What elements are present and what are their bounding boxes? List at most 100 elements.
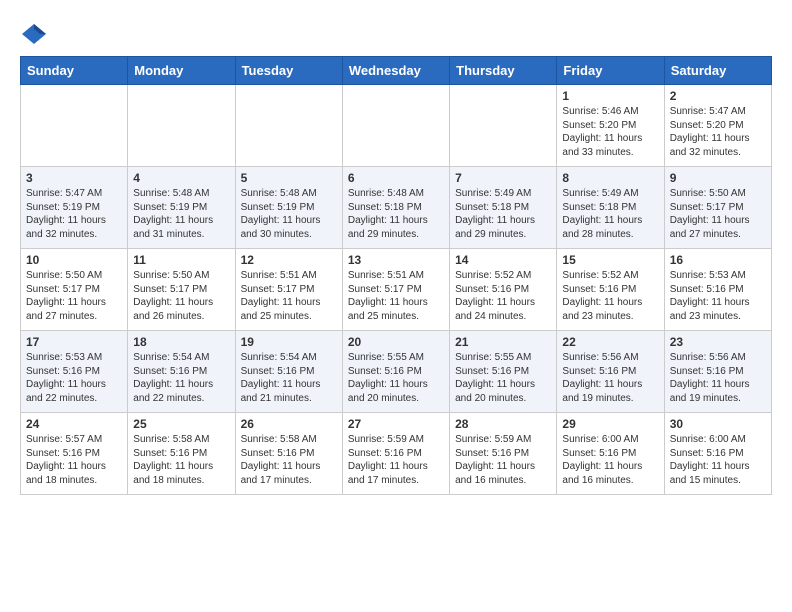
calendar-cell: 21 Sunrise: 5:55 AM Sunset: 5:16 PM Dayli… [450, 331, 557, 413]
day-info: Sunrise: 5:46 AM Sunset: 5:20 PM Dayligh… [562, 105, 658, 159]
calendar-cell [21, 85, 128, 167]
day-number: 15 [562, 253, 658, 267]
calendar-cell: 30Sunrise: 6:00 AM Sunset: 5:16 PM Dayli… [664, 413, 771, 495]
weekday-header-monday: Monday [128, 57, 235, 85]
day-info: Sunrise: 5:53 AM Sunset: 5:16 PM Dayligh… [670, 269, 766, 323]
day-info: Sunrise: 5:55 AM Sunset: 5:16 PM Dayligh… [455, 351, 551, 405]
weekday-header-saturday: Saturday [664, 57, 771, 85]
day-info: Sunrise: 5:58 AM Sunset: 5:16 PM Dayligh… [133, 433, 229, 487]
day-info: Sunrise: 5:47 AM Sunset: 5:19 PM Dayligh… [26, 187, 122, 241]
page: SundayMondayTuesdayWednesdayThursdayFrid… [0, 0, 792, 505]
calendar-cell: 2 Sunrise: 5:47 AM Sunset: 5:20 PM Daylig… [664, 85, 771, 167]
day-info: Sunrise: 5:52 AM Sunset: 5:16 PM Dayligh… [562, 269, 658, 323]
calendar-cell: 29 Sunrise: 6:00 AM Sunset: 5:16 PM Dayli… [557, 413, 664, 495]
day-number: 25 [133, 417, 229, 431]
calendar-cell: 18Sunrise: 5:54 AM Sunset: 5:16 PM Dayli… [128, 331, 235, 413]
logo [20, 20, 52, 48]
day-info: Sunrise: 5:57 AM Sunset: 5:16 PM Dayligh… [26, 433, 122, 487]
calendar-cell: 13 Sunrise: 5:51 AM Sunset: 5:17 PM Dayli… [342, 249, 449, 331]
weekday-header-friday: Friday [557, 57, 664, 85]
day-number: 3 [26, 171, 122, 185]
day-number: 6 [348, 171, 444, 185]
day-number: 23 [670, 335, 766, 349]
calendar-cell: 7 Sunrise: 5:49 AM Sunset: 5:18 PM Daylig… [450, 167, 557, 249]
calendar-cell [128, 85, 235, 167]
day-info: Sunrise: 5:49 AM Sunset: 5:18 PM Dayligh… [455, 187, 551, 241]
calendar-week-2: 3 Sunrise: 5:47 AM Sunset: 5:19 PM Daylig… [21, 167, 772, 249]
calendar-cell: 6 Sunrise: 5:48 AM Sunset: 5:18 PM Daylig… [342, 167, 449, 249]
day-number: 29 [562, 417, 658, 431]
calendar-cell: 4 Sunrise: 5:48 AM Sunset: 5:19 PM Daylig… [128, 167, 235, 249]
calendar: SundayMondayTuesdayWednesdayThursdayFrid… [20, 56, 772, 495]
day-number: 27 [348, 417, 444, 431]
day-number: 28 [455, 417, 551, 431]
day-info: Sunrise: 5:58 AM Sunset: 5:16 PM Dayligh… [241, 433, 337, 487]
day-number: 8 [562, 171, 658, 185]
day-number: 26 [241, 417, 337, 431]
calendar-cell [235, 85, 342, 167]
calendar-cell: 15 Sunrise: 5:52 AM Sunset: 5:16 PM Dayli… [557, 249, 664, 331]
day-info: Sunrise: 5:51 AM Sunset: 5:17 PM Dayligh… [241, 269, 337, 323]
day-info: Sunrise: 5:59 AM Sunset: 5:16 PM Dayligh… [348, 433, 444, 487]
day-info: Sunrise: 5:48 AM Sunset: 5:19 PM Dayligh… [241, 187, 337, 241]
calendar-cell: 16 Sunrise: 5:53 AM Sunset: 5:16 PM Dayli… [664, 249, 771, 331]
day-info: Sunrise: 5:56 AM Sunset: 5:16 PM Dayligh… [562, 351, 658, 405]
day-number: 20 [348, 335, 444, 349]
calendar-cell: 27 Sunrise: 5:59 AM Sunset: 5:16 PM Dayli… [342, 413, 449, 495]
day-number: 30 [670, 417, 766, 431]
calendar-cell: 25 Sunrise: 5:58 AM Sunset: 5:16 PM Dayli… [128, 413, 235, 495]
calendar-cell: 3 Sunrise: 5:47 AM Sunset: 5:19 PM Daylig… [21, 167, 128, 249]
day-number: 21 [455, 335, 551, 349]
day-number: 19 [241, 335, 337, 349]
calendar-cell: 5Sunrise: 5:48 AM Sunset: 5:19 PM Daylig… [235, 167, 342, 249]
header [20, 20, 772, 48]
day-number: 9 [670, 171, 766, 185]
day-number: 11 [133, 253, 229, 267]
day-number: 7 [455, 171, 551, 185]
calendar-week-1: 1 Sunrise: 5:46 AM Sunset: 5:20 PM Daylig… [21, 85, 772, 167]
calendar-cell: 10 Sunrise: 5:50 AM Sunset: 5:17 PM Dayli… [21, 249, 128, 331]
weekday-header-sunday: Sunday [21, 57, 128, 85]
day-number: 17 [26, 335, 122, 349]
day-number: 12 [241, 253, 337, 267]
day-number: 22 [562, 335, 658, 349]
calendar-cell: 14Sunrise: 5:52 AM Sunset: 5:16 PM Dayli… [450, 249, 557, 331]
day-number: 13 [348, 253, 444, 267]
day-info: Sunrise: 5:49 AM Sunset: 5:18 PM Dayligh… [562, 187, 658, 241]
calendar-cell: 17 Sunrise: 5:53 AM Sunset: 5:16 PM Dayli… [21, 331, 128, 413]
calendar-cell: 24 Sunrise: 5:57 AM Sunset: 5:16 PM Dayli… [21, 413, 128, 495]
calendar-cell: 12 Sunrise: 5:51 AM Sunset: 5:17 PM Dayli… [235, 249, 342, 331]
calendar-cell: 20 Sunrise: 5:55 AM Sunset: 5:16 PM Dayli… [342, 331, 449, 413]
day-number: 10 [26, 253, 122, 267]
logo-icon [20, 20, 48, 48]
calendar-cell: 26 Sunrise: 5:58 AM Sunset: 5:16 PM Dayli… [235, 413, 342, 495]
day-number: 16 [670, 253, 766, 267]
calendar-week-5: 24 Sunrise: 5:57 AM Sunset: 5:16 PM Dayli… [21, 413, 772, 495]
day-number: 24 [26, 417, 122, 431]
day-info: Sunrise: 5:48 AM Sunset: 5:19 PM Dayligh… [133, 187, 229, 241]
day-info: Sunrise: 5:47 AM Sunset: 5:20 PM Dayligh… [670, 105, 766, 159]
day-info: Sunrise: 5:53 AM Sunset: 5:16 PM Dayligh… [26, 351, 122, 405]
day-number: 14 [455, 253, 551, 267]
day-info: Sunrise: 5:56 AM Sunset: 5:16 PM Dayligh… [670, 351, 766, 405]
weekday-header-tuesday: Tuesday [235, 57, 342, 85]
day-info: Sunrise: 6:00 AM Sunset: 5:16 PM Dayligh… [562, 433, 658, 487]
calendar-cell: 11 Sunrise: 5:50 AM Sunset: 5:17 PM Dayli… [128, 249, 235, 331]
day-info: Sunrise: 5:54 AM Sunset: 5:16 PM Dayligh… [241, 351, 337, 405]
weekday-header-wednesday: Wednesday [342, 57, 449, 85]
day-number: 2 [670, 89, 766, 103]
day-info: Sunrise: 5:51 AM Sunset: 5:17 PM Dayligh… [348, 269, 444, 323]
day-number: 18 [133, 335, 229, 349]
calendar-cell: 1 Sunrise: 5:46 AM Sunset: 5:20 PM Daylig… [557, 85, 664, 167]
day-number: 1 [562, 89, 658, 103]
calendar-cell: 9Sunrise: 5:50 AM Sunset: 5:17 PM Daylig… [664, 167, 771, 249]
day-info: Sunrise: 5:50 AM Sunset: 5:17 PM Dayligh… [26, 269, 122, 323]
day-number: 4 [133, 171, 229, 185]
calendar-cell: 8 Sunrise: 5:49 AM Sunset: 5:18 PM Daylig… [557, 167, 664, 249]
day-info: Sunrise: 5:59 AM Sunset: 5:16 PM Dayligh… [455, 433, 551, 487]
day-info: Sunrise: 5:55 AM Sunset: 5:16 PM Dayligh… [348, 351, 444, 405]
calendar-cell: 28 Sunrise: 5:59 AM Sunset: 5:16 PM Dayli… [450, 413, 557, 495]
calendar-cell: 23 Sunrise: 5:56 AM Sunset: 5:16 PM Dayli… [664, 331, 771, 413]
day-info: Sunrise: 5:50 AM Sunset: 5:17 PM Dayligh… [133, 269, 229, 323]
day-info: Sunrise: 5:48 AM Sunset: 5:18 PM Dayligh… [348, 187, 444, 241]
